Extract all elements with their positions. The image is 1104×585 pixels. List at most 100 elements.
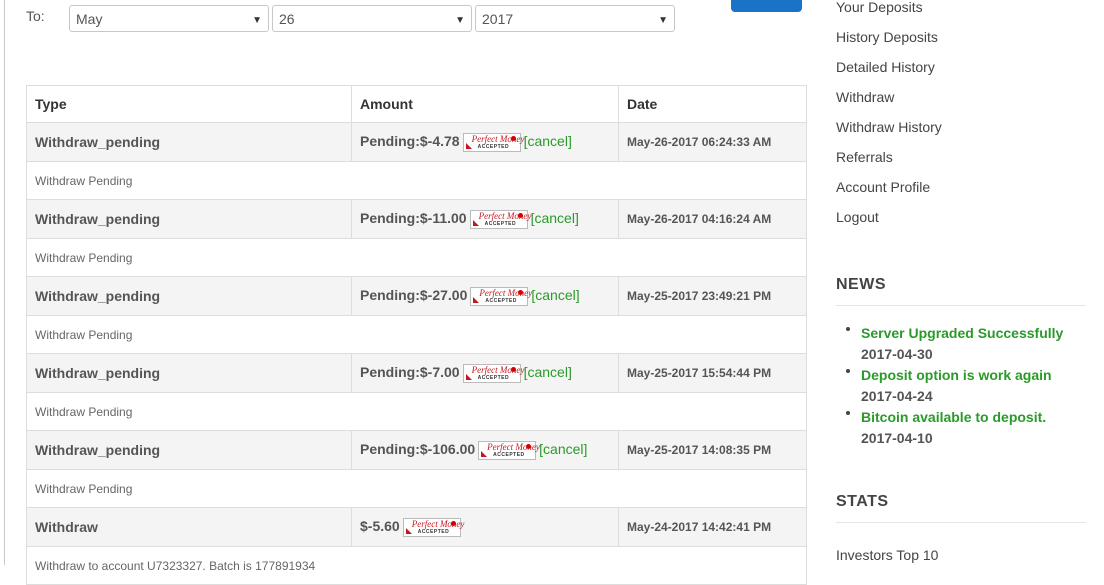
table-row: Withdraw_pending Pending:$-27.00 Perfect M… [26,276,807,316]
perfect-money-accepted-text: ACCEPTED [493,451,525,458]
sidebar-nav: Your Deposits History Deposits Detailed … [836,0,942,232]
year-select[interactable]: 2017 ▼ [475,5,675,32]
table-row-description: Withdraw Pending [26,238,807,277]
table-row-description: Withdraw Pending [26,392,807,431]
perfect-money-logo-text: Perfect Money [471,364,525,375]
amount-cell: Pending:$-7.00 Perfect Money ACCEPTED [canc… [351,353,619,393]
day-select[interactable]: 26 ▼ [272,5,472,32]
description-cell: Withdraw Pending [26,315,807,354]
sidebar-item-withdraw-history[interactable]: Withdraw History [836,112,942,142]
bullet-icon [846,369,850,373]
news-item: Deposit option is work again 2017-04-24 [846,364,1063,406]
table-row-description: Withdraw Pending [26,315,807,354]
news-divider [836,305,1086,306]
perfect-money-triangle-icon [465,373,472,380]
table-row-description: Withdraw Pending [26,161,807,200]
chevron-down-icon: ▼ [658,15,668,26]
amount-cell: Pending:$-27.00 Perfect Money ACCEPTED [can… [351,276,619,316]
description-cell: Withdraw Pending [26,392,807,431]
amount-value: Pending:$-7.00 [360,363,460,380]
month-value: May [76,11,103,27]
perfect-money-logo-text: Perfect Money [479,287,533,298]
news-title[interactable]: Server Upgraded Successfully [861,322,1063,344]
chevron-down-icon: ▼ [252,15,262,26]
sidebar-item-your-deposits[interactable]: Your Deposits [836,0,942,22]
left-border [4,0,5,565]
perfect-money-dot-icon [450,520,456,526]
sidebar-item-history-deposits[interactable]: History Deposits [836,22,942,52]
perfect-money-badge: Perfect Money ACCEPTED [478,440,540,460]
month-select[interactable]: May ▼ [69,5,269,32]
perfect-money-dot-icon [517,212,523,218]
perfect-money-logo-text: Perfect Money [471,133,525,144]
perfect-money-badge: Perfect Money ACCEPTED [462,363,524,383]
bullet-icon [846,327,850,331]
column-header-date: Date [618,85,807,123]
perfect-money-triangle-icon [473,296,480,303]
news-list: Server Upgraded Successfully 2017-04-30 … [846,322,1063,448]
perfect-money-dot-icon [510,135,516,141]
amount-value: Pending:$-27.00 [360,286,468,303]
amount-value: Pending:$-4.78 [360,132,460,149]
perfect-money-badge: Perfect Money ACCEPTED [462,132,524,152]
perfect-money-triangle-icon [481,450,488,457]
sidebar-item-account-profile[interactable]: Account Profile [836,172,942,202]
cancel-link[interactable]: [cancel] [539,441,587,457]
amount-cell: $-5.60 Perfect Money ACCEPTED [351,507,619,547]
news-date: 2017-04-24 [861,388,933,404]
table-row: Withdraw_pending Pending:$-106.00 Perfect … [26,430,807,470]
perfect-money-dot-icon [518,289,524,295]
perfect-money-badge: Perfect Money ACCEPTED [469,209,531,229]
date-cell: May-25-2017 14:08:35 PM [618,430,807,470]
chevron-down-icon: ▼ [455,15,465,26]
perfect-money-accepted-text: ACCEPTED [477,374,510,381]
amount-cell: Pending:$-106.00 Perfect Money ACCEPTED [ca… [351,430,619,470]
news-item: Server Upgraded Successfully 2017-04-30 [846,322,1063,364]
news-title[interactable]: Bitcoin available to deposit. [861,406,1063,428]
table-row: Withdraw_pending Pending:$-7.00 Perfect Mo… [26,353,807,393]
perfect-money-logo-text: Perfect Money [487,441,540,452]
sidebar-item-withdraw[interactable]: Withdraw [836,82,942,112]
perfect-money-badge: Perfect Money ACCEPTED [402,517,464,537]
date-cell: May-24-2017 14:42:41 PM [618,507,807,547]
sidebar-item-logout[interactable]: Logout [836,202,942,232]
stats-divider [836,522,1086,523]
investors-top-link[interactable]: Investors Top 10 [836,547,938,563]
perfect-money-logo-text: Perfect Money [478,210,532,221]
submit-button[interactable] [731,0,802,12]
description-cell: Withdraw Pending [26,161,807,200]
date-cell: May-25-2017 23:49:21 PM [618,276,807,316]
description-cell: Withdraw Pending [26,238,807,277]
year-value: 2017 [482,11,514,27]
bullet-icon [846,411,850,415]
news-title[interactable]: Deposit option is work again [861,364,1063,386]
column-header-amount: Amount [351,85,619,123]
amount-value: $-5.60 [360,517,400,534]
type-cell: Withdraw_pending [26,353,352,393]
news-date: 2017-04-30 [861,346,933,362]
amount-cell: Pending:$-11.00 Perfect Money ACCEPTED [can… [351,199,619,239]
description-cell: Withdraw Pending [26,469,807,508]
type-cell: Withdraw_pending [26,430,352,470]
sidebar-item-detailed-history[interactable]: Detailed History [836,52,942,82]
day-value: 26 [279,11,295,27]
cancel-link[interactable]: [cancel] [524,133,572,149]
news-date: 2017-04-10 [861,430,933,446]
perfect-money-logo-text: Perfect Money [411,518,465,529]
table-row-description: Withdraw Pending [26,469,807,508]
perfect-money-accepted-text: ACCEPTED [477,143,510,150]
type-cell: Withdraw_pending [26,122,352,162]
cancel-link[interactable]: [cancel] [531,287,579,303]
description-cell: Withdraw to account U7323327. Batch is 1… [26,546,807,585]
table-header-row: Type Amount Date [26,85,807,123]
cancel-link[interactable]: [cancel] [531,210,579,226]
perfect-money-dot-icon [526,443,532,449]
cancel-link[interactable]: [cancel] [524,364,572,380]
table-row: Withdraw_pending Pending:$-11.00 Perfect M… [26,199,807,239]
type-cell: Withdraw [26,507,352,547]
type-cell: Withdraw_pending [26,199,352,239]
table-row: Withdraw $-5.60 Perfect Money ACCEPTED May-2… [26,507,807,547]
perfect-money-accepted-text: ACCEPTED [484,220,517,227]
sidebar-item-referrals[interactable]: Referrals [836,142,942,172]
history-table: Type Amount Date Withdraw_pending Pending… [26,85,807,585]
